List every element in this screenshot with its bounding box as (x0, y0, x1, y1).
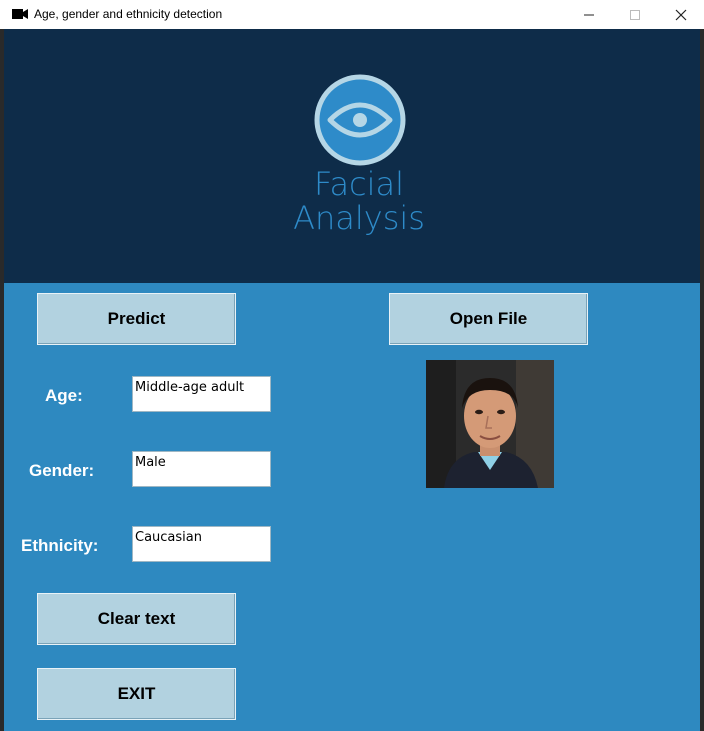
exit-button[interactable]: EXIT (37, 668, 236, 720)
window-right-edge (700, 0, 704, 731)
title-bar: Age, gender and ethnicity detection (0, 0, 704, 29)
predict-button[interactable]: Predict (37, 293, 236, 345)
logo-text-line1: Facial (313, 165, 405, 203)
main-panel: Predict Open File Age: Middle-age adult … (4, 283, 700, 731)
minimize-icon (584, 14, 594, 15)
face-photo (426, 360, 554, 488)
open-file-button[interactable]: Open File (389, 293, 588, 345)
logo-text-line2: Analysis (293, 199, 425, 237)
age-field[interactable]: Middle-age adult (132, 376, 271, 412)
gender-label: Gender: (29, 461, 95, 480)
header-banner: Facial Analysis (4, 29, 700, 283)
maximize-icon (630, 9, 640, 20)
gender-field[interactable]: Male (132, 451, 271, 487)
ethnicity-label: Ethnicity: (21, 536, 99, 555)
close-button[interactable] (658, 0, 704, 29)
ethnicity-field[interactable]: Caucasian (132, 526, 271, 562)
eye-icon (314, 74, 406, 166)
close-icon (675, 9, 687, 20)
window-title: Age, gender and ethnicity detection (34, 7, 223, 21)
maximize-button[interactable] (612, 0, 658, 29)
minimize-button[interactable] (566, 0, 612, 29)
video-camera-icon (12, 9, 28, 19)
age-label: Age: (45, 386, 83, 405)
clear-text-button[interactable]: Clear text (37, 593, 236, 645)
